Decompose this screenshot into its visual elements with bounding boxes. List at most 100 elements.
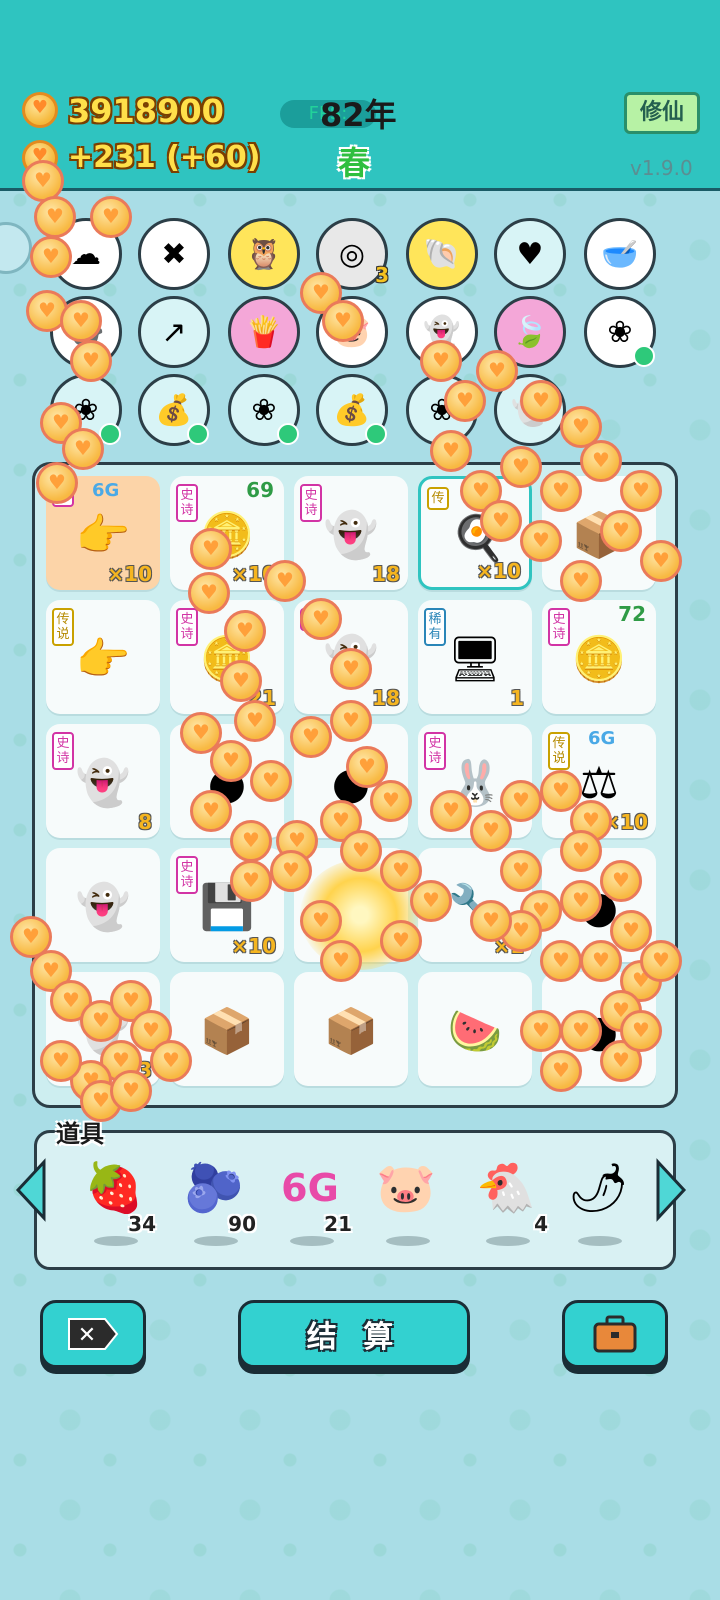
crowned-ghost-icon: 👻 xyxy=(75,758,131,809)
ghost-icon: 👻 xyxy=(323,634,379,685)
grid-cell[interactable]: 🪙 史诗 69 ×10 xyxy=(170,476,284,590)
item-count: 34 xyxy=(128,1212,156,1236)
grid-cell[interactable]: 👻 史诗 8 xyxy=(46,724,160,838)
dog-food-bowl-icon[interactable]: 🥣 xyxy=(584,218,656,290)
stack-count: 8 xyxy=(138,810,152,834)
money-bag-icon[interactable]: 💰 xyxy=(138,374,210,446)
new-dot xyxy=(99,423,121,445)
briefcase-icon xyxy=(593,1315,637,1353)
grid-cell[interactable]: 🪙 史诗 72 xyxy=(542,600,656,714)
grid-cell[interactable]: 💾 史诗 ×10 xyxy=(170,848,284,962)
seashell-icon[interactable]: 🐚 xyxy=(406,218,478,290)
explosion-effect xyxy=(300,860,420,970)
rarity-tag: 稀有 xyxy=(424,608,446,646)
rarity-tag: 传说 xyxy=(52,608,74,646)
grid-cell[interactable]: 👻 史 18 xyxy=(294,600,408,714)
grid-cell[interactable]: 🖥 稀有 1 xyxy=(418,600,532,714)
coin-slice-icon: 🪙 xyxy=(571,634,627,685)
item-chili[interactable]: 🌶 xyxy=(560,1158,640,1246)
grid-cell[interactable]: 👉 传说 xyxy=(46,600,160,714)
6g-badge: 6G xyxy=(92,480,120,501)
grid-cell[interactable]: 🍉 xyxy=(418,972,532,1086)
rarity-tag: 史诗 xyxy=(176,484,198,522)
grid-cell[interactable]: 🪙 史诗 21 xyxy=(170,600,284,714)
coin-icon xyxy=(22,92,58,128)
item-chicken[interactable]: 🐔 4 xyxy=(468,1158,548,1246)
stack-count: ×10 xyxy=(603,810,648,834)
rarity-tag: 传 xyxy=(427,487,449,510)
item-blueberry[interactable]: 🫐 90 xyxy=(176,1158,256,1246)
rarity-tag: 传说 xyxy=(548,732,570,770)
6g-badge: 6G xyxy=(588,728,616,749)
watermelon-icon: 🍉 xyxy=(447,1006,503,1057)
grid-cell[interactable]: 👻 xyxy=(46,848,160,962)
egg-tray-icon[interactable]: ◎ 3 xyxy=(316,218,389,290)
grid-cell[interactable]: 👉 神 6G ×10 xyxy=(46,476,160,590)
inventory-button[interactable] xyxy=(562,1300,668,1368)
stack-count: 1 xyxy=(510,686,524,710)
delete-tag-icon[interactable]: ✖ xyxy=(138,218,210,290)
ghost-face-icon[interactable]: 👻 xyxy=(406,296,478,368)
item-strawberry[interactable]: 🍓 34 xyxy=(76,1158,156,1246)
coin-slice-icon: 🪙 xyxy=(199,634,255,685)
grid-cell[interactable]: 👻 史诗 18 xyxy=(294,476,408,590)
grid-cell[interactable]: ● xyxy=(542,972,656,1086)
stack-count: 21 xyxy=(248,686,276,710)
grid-cell[interactable]: ● xyxy=(170,724,284,838)
money-bag-icon[interactable]: 💰 xyxy=(316,374,388,446)
cotton-icon[interactable]: ☁ xyxy=(50,218,122,290)
income-rate: +231 (+60) xyxy=(68,140,261,175)
rarity-tag: 史诗 xyxy=(52,732,74,770)
flower-pot-icon[interactable]: ❀ xyxy=(406,374,478,446)
item-count: 21 xyxy=(324,1212,352,1236)
fries-icon[interactable]: 🍟 xyxy=(228,296,300,368)
rarity-tag: 史诗 xyxy=(176,608,198,646)
box-icon: 📦 xyxy=(199,1006,255,1057)
pointing-hand-icon: 👉 xyxy=(75,510,131,561)
rabbit-windmill-icon: 🐰 xyxy=(447,758,503,809)
grid-cell[interactable]: 👻 3 xyxy=(46,972,160,1086)
item-shadow xyxy=(578,1236,622,1246)
trend-chart-icon[interactable]: ↗ xyxy=(138,296,210,368)
delete-button[interactable]: ✕ xyxy=(40,1300,146,1368)
piggy-bank-icon[interactable]: 🐷 xyxy=(316,296,388,368)
money-amount: 3918900 xyxy=(68,92,224,130)
grid-cell[interactable]: 📦 xyxy=(542,476,656,590)
rarity-tag: 史诗 xyxy=(548,608,570,646)
heart-fan-icon[interactable]: ♥ xyxy=(494,218,566,290)
computer-tower-icon: 🖥 xyxy=(447,634,503,685)
item-6g[interactable]: 6G 21 xyxy=(272,1158,352,1246)
item-count: 4 xyxy=(534,1212,548,1236)
flower-pot-icon[interactable]: ❀ xyxy=(50,374,122,446)
grid-cell[interactable]: ● xyxy=(542,848,656,962)
stack-count: ×1 xyxy=(493,934,524,958)
xiuxian-button[interactable]: 修仙 xyxy=(624,92,700,134)
pot-icon[interactable]: 🍲 xyxy=(50,296,122,368)
income-coin-icon xyxy=(22,140,58,176)
scroll-left-arrow-icon[interactable] xyxy=(14,1158,48,1222)
owl-icon[interactable]: 🦉 xyxy=(228,218,300,290)
grid-cell[interactable]: 🍳 传 ×10 xyxy=(418,476,532,590)
stack-count: ×10 xyxy=(231,934,276,958)
stack-count: 18 xyxy=(372,562,400,586)
item-shadow xyxy=(290,1236,334,1246)
scroll-right-arrow-icon[interactable] xyxy=(654,1158,688,1222)
grid-cell[interactable]: 🐰 史诗 xyxy=(418,724,532,838)
grid-cell[interactable]: ● xyxy=(294,724,408,838)
coin-icon: ● xyxy=(579,881,619,933)
grid-cell[interactable]: 📦 xyxy=(170,972,284,1086)
ghost-icon: 👻 xyxy=(323,510,379,561)
coin-icon: ● xyxy=(207,757,247,809)
settle-button[interactable]: 结 算 xyxy=(238,1300,470,1368)
grid-cell[interactable]: 📦 xyxy=(294,972,408,1086)
flower-pot-icon[interactable]: ❀ xyxy=(584,296,656,368)
top-bar: 3918900 +231 (+60) FPS: 82年 春 修仙 v1.9.0 xyxy=(0,0,720,191)
grid-cell[interactable]: ⚖ 传说 6G ×10 xyxy=(542,724,656,838)
flower-pot-icon[interactable]: ❀ xyxy=(228,374,300,446)
leaf-icon[interactable]: 🍃 xyxy=(494,296,566,368)
ghost-icon: 👻 xyxy=(75,1006,131,1057)
stack-count: ×10 xyxy=(476,559,521,583)
item-piggy-bank[interactable]: 🐷 xyxy=(368,1158,448,1246)
grid-cell[interactable]: 🔧 ×1 xyxy=(418,848,532,962)
ghost-icon[interactable]: 👻 xyxy=(494,374,566,446)
